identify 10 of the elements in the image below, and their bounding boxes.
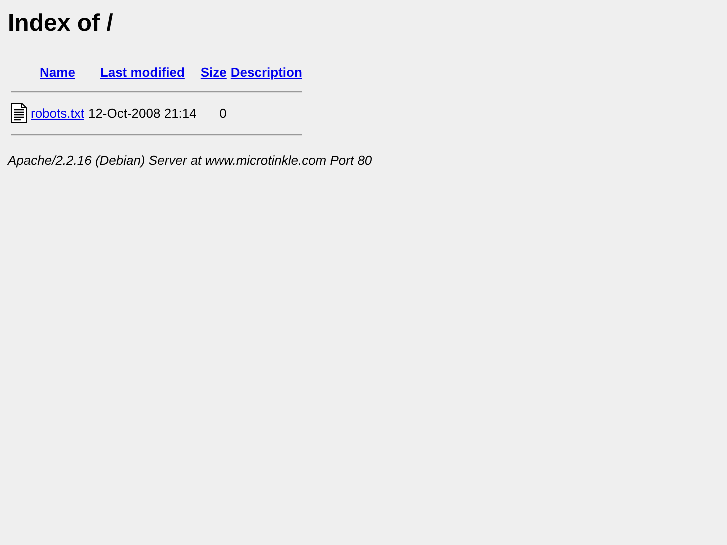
text-file-icon	[11, 103, 27, 123]
column-header-link[interactable]: Last modified	[100, 64, 185, 80]
column-header-link[interactable]: Size	[200, 64, 227, 80]
column-header-link[interactable]: Description	[230, 64, 302, 80]
server-signature: Apache/2.2.16 (Debian) Server at www.microtinkle.com Port 80	[8, 153, 372, 168]
page-title: Index of /	[8, 10, 114, 38]
modified-date: 12-Oct-2008 21:14	[88, 106, 197, 120]
file-size: 0	[220, 106, 227, 120]
column-header-link[interactable]: Name	[40, 64, 76, 80]
file-link[interactable]: robots.txt	[31, 106, 84, 120]
